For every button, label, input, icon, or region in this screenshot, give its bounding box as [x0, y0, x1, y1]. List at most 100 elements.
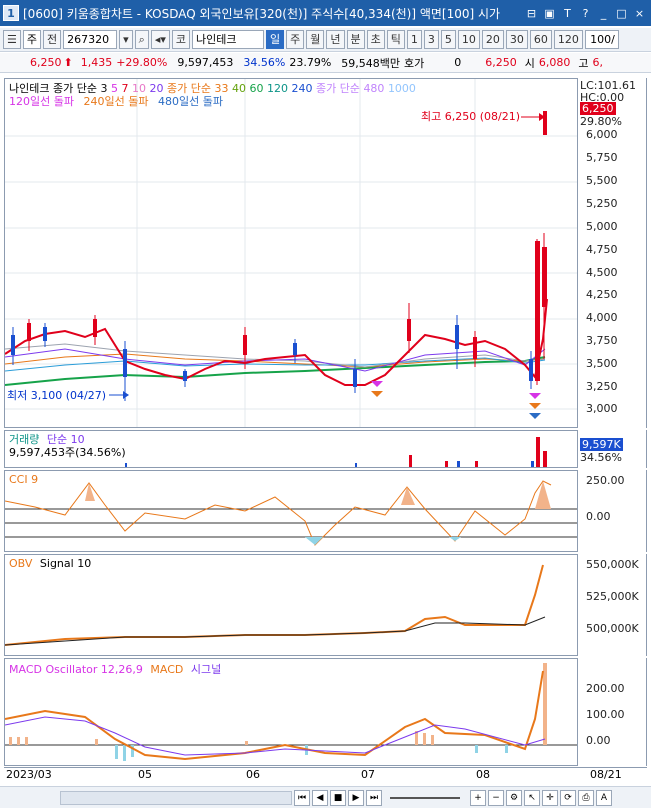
zoom-out-icon[interactable]: −: [488, 789, 504, 806]
interval-60[interactable]: 60: [529, 30, 552, 49]
tab-week[interactable]: 주: [286, 30, 305, 49]
search-icon[interactable]: ⌕: [134, 30, 149, 49]
x-tick: 05: [138, 768, 152, 781]
price-tick: 3,500: [586, 357, 618, 370]
count-input[interactable]: 100/: [584, 30, 619, 49]
crosshair-icon[interactable]: ✛: [542, 789, 558, 806]
interval-20[interactable]: 20: [481, 30, 504, 49]
tab-minute[interactable]: 분: [346, 30, 365, 49]
high-label: 고: [578, 56, 589, 70]
window-title: [0600] 키움종합차트 - KOSDAQ 외국인보유[320(천)] 주식수…: [23, 6, 501, 21]
code-dropdown-icon[interactable]: ▾: [119, 30, 133, 49]
cci-tick: 250.00: [586, 474, 625, 487]
sound-icon[interactable]: ◂▾: [150, 30, 170, 49]
zoom-slider[interactable]: [390, 796, 460, 799]
first-icon[interactable]: ⏮: [294, 789, 310, 806]
price-tick: 3,250: [586, 380, 618, 393]
interval-1[interactable]: 1: [406, 30, 422, 49]
x-end-label: 08/21: [590, 768, 622, 781]
cci-plot: [4, 480, 577, 546]
cycle-icon[interactable]: ⟳: [560, 789, 576, 806]
legend-ma-60: 60: [249, 82, 264, 95]
obv-signal: Signal 10: [39, 557, 92, 570]
menu-icon[interactable]: ☰: [3, 30, 21, 49]
title-bar: 1 [0600] 키움종합차트 - KOSDAQ 외국인보유[320(천)] 주…: [0, 0, 651, 26]
volume-pane[interactable]: 거래량 단순 10 9,597,453주(34.56%): [4, 430, 578, 468]
price-tick: 3,000: [586, 402, 618, 415]
change-percent: +29.80%: [116, 56, 168, 69]
legend-ma-480: 480: [363, 82, 385, 95]
price-plot: [4, 79, 577, 427]
maximize-button[interactable]: □: [614, 6, 629, 21]
chart-area[interactable]: 나인테크 종가 단순 3 5 7 10 20 종가 단순 33 40 60 12…: [0, 74, 651, 784]
next-icon[interactable]: ▶: [348, 789, 364, 806]
quote-bar: 6,250 ⬆ 1,435 +29.80% 9,597,453 34.56% 2…: [0, 53, 651, 73]
chart-toolbar: ☰ 주 전 267320 ▾ ⌕ ◂▾ 코 나인테크 일 주 월 년 분 초 틱…: [0, 28, 651, 52]
market-label: 코: [171, 30, 190, 49]
macd-tick: 100.00: [586, 708, 625, 721]
last-icon[interactable]: ⏭: [366, 789, 382, 806]
scroll-track[interactable]: [60, 790, 292, 805]
stock-name[interactable]: 나인테크: [192, 30, 264, 49]
x-tick: 07: [361, 768, 375, 781]
price-tick: 4,750: [586, 243, 618, 256]
tab-month[interactable]: 월: [306, 30, 325, 49]
link-icon[interactable]: ⊟: [524, 6, 539, 21]
help-icon[interactable]: ?: [578, 6, 593, 21]
price-pane[interactable]: 나인테크 종가 단순 3 5 7 10 20 종가 단순 33 40 60 12…: [4, 78, 578, 428]
legend-ma3-label: 종가 단순: [315, 82, 360, 95]
tab-year[interactable]: 년: [326, 30, 345, 49]
tab-tick[interactable]: 틱: [386, 30, 405, 49]
low-arrow-icon: [123, 391, 129, 399]
x-tick: 08: [476, 768, 490, 781]
macd-legend: MACD Oscillator 12,26,9 MACD 시그널: [9, 661, 221, 677]
prev-button[interactable]: 전: [43, 30, 62, 49]
zoom-in-icon[interactable]: +: [470, 789, 486, 806]
macd-tick: 0.00: [586, 734, 611, 747]
obv-pane[interactable]: OBV Signal 10: [4, 554, 578, 656]
interval-5[interactable]: 5: [440, 30, 456, 49]
obv-axis: 550,000K 525,000K 500,000K: [578, 554, 647, 656]
tab-day[interactable]: 일: [266, 30, 285, 49]
obv-tick: 525,000K: [586, 590, 639, 603]
price-tick: 5,500: [586, 174, 618, 187]
signal-120: 120일선 돌파: [9, 95, 74, 108]
signal-arrow-icon: [371, 391, 383, 397]
interval-30[interactable]: 30: [505, 30, 528, 49]
last-price: 6,250: [485, 56, 517, 69]
interval-3[interactable]: 3: [423, 30, 439, 49]
amount-value: 59,548백만: [341, 56, 401, 70]
settings-icon[interactable]: ⚙: [506, 789, 522, 806]
price-tick: 5,250: [586, 197, 618, 210]
open-value: 6,080: [538, 56, 571, 69]
price-tag: 6,250: [580, 102, 616, 115]
interval-10[interactable]: 10: [457, 30, 480, 49]
signal-arrow-icon: [529, 403, 541, 409]
current-price: 6,250: [30, 56, 62, 69]
macd-pane[interactable]: MACD Oscillator 12,26,9 MACD 시그널: [4, 658, 578, 766]
ratio-value: 23.79%: [289, 56, 332, 69]
tab-second[interactable]: 초: [366, 30, 385, 49]
minimize-button[interactable]: _: [596, 6, 611, 21]
period-select[interactable]: 주: [22, 30, 41, 49]
stop-icon[interactable]: ■: [330, 789, 346, 806]
prev-icon[interactable]: ◀: [312, 789, 328, 806]
interval-120[interactable]: 120: [553, 30, 583, 49]
price-tick: 5,000: [586, 220, 618, 233]
price-tick: 5,750: [586, 151, 618, 164]
cci-pane[interactable]: CCI 9: [4, 470, 578, 552]
macd-signal-label: 시그널: [190, 663, 222, 676]
checkbox-icon[interactable]: ▣: [542, 6, 557, 21]
text-size-icon[interactable]: A: [596, 789, 612, 806]
stock-code-input[interactable]: 267320: [63, 30, 118, 49]
price-tick: 4,000: [586, 311, 618, 324]
high-note: 최고 6,250 (08/21): [421, 110, 521, 123]
text-icon[interactable]: T: [560, 6, 575, 21]
macd-axis: 200.00 100.00 0.00: [578, 658, 647, 766]
open-label: 시: [524, 56, 535, 70]
low-note: 최저 3,100 (04/27): [7, 389, 107, 402]
close-button[interactable]: ×: [632, 6, 647, 21]
pointer-icon[interactable]: ↖: [524, 789, 540, 806]
save-icon[interactable]: ⎙: [578, 789, 594, 806]
price-tick: 4,250: [586, 288, 618, 301]
